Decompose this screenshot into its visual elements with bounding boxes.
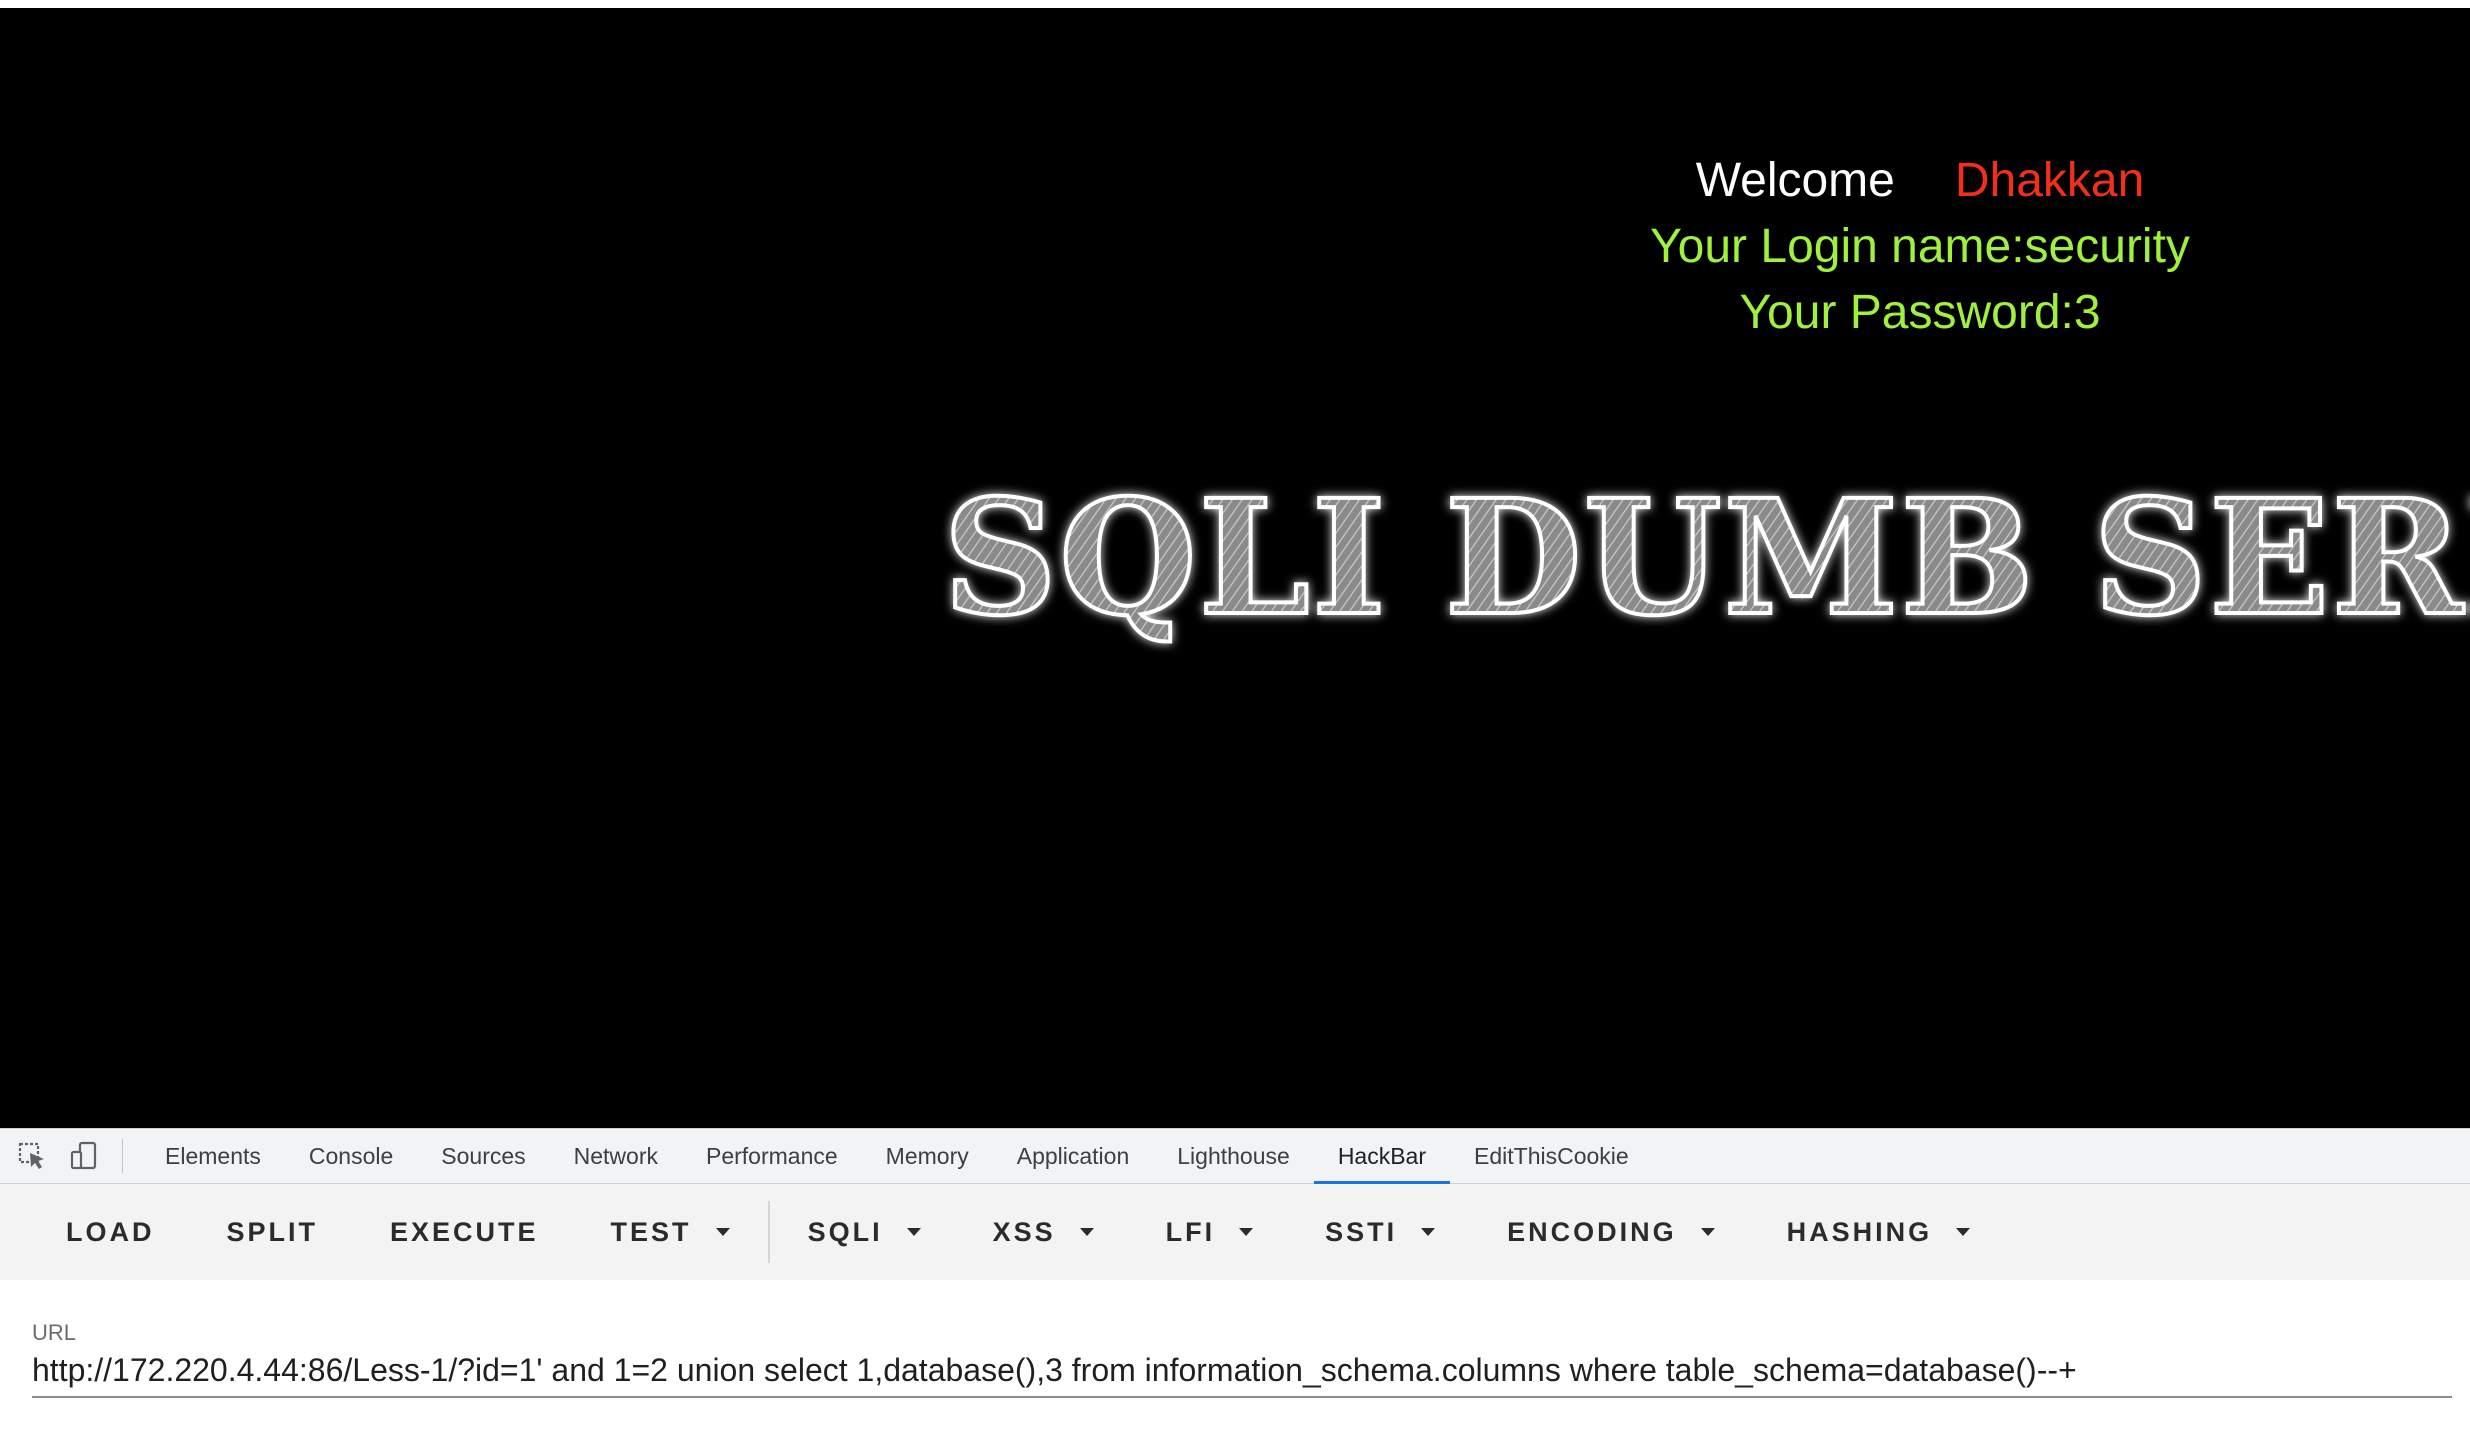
encoding-dropdown-button[interactable]: ENCODING: [1471, 1201, 1751, 1263]
test-dropdown-button[interactable]: TEST: [575, 1201, 766, 1263]
split-button-label: SPLIT: [226, 1216, 319, 1247]
tab-console[interactable]: Console: [285, 1128, 417, 1184]
tab-memory[interactable]: Memory: [862, 1128, 993, 1184]
hashing-button-label: HASHING: [1786, 1216, 1933, 1247]
xss-button-label: XSS: [992, 1216, 1056, 1247]
tab-application[interactable]: Application: [993, 1128, 1154, 1184]
tab-separator: [122, 1139, 123, 1173]
ssti-dropdown-button[interactable]: SSTI: [1289, 1201, 1471, 1263]
caret-down-icon: [1239, 1228, 1254, 1236]
lfi-button-label: LFI: [1165, 1216, 1216, 1247]
inspect-element-icon[interactable]: [12, 1136, 52, 1176]
url-panel: URL: [0, 1280, 2470, 1432]
sqli-dumb-series-banner: SQLI DUMB SERIES: [941, 464, 2470, 653]
tab-sources[interactable]: Sources: [417, 1128, 549, 1184]
tab-lighthouse[interactable]: Lighthouse: [1153, 1128, 1314, 1184]
tab-performance[interactable]: Performance: [682, 1128, 862, 1184]
url-input[interactable]: [32, 1344, 2452, 1398]
banner-text: SQLI DUMB SERIES: [943, 466, 2470, 651]
ssti-button-label: SSTI: [1325, 1216, 1398, 1247]
caret-down-icon: [906, 1228, 921, 1236]
caret-down-icon: [1421, 1228, 1436, 1236]
xss-dropdown-button[interactable]: XSS: [957, 1201, 1130, 1263]
caret-down-icon: [715, 1228, 730, 1236]
password-line: Your Password:3: [1739, 286, 2101, 339]
devtools-panel: Elements Console Sources Network Perform…: [0, 1128, 2470, 1432]
hackbar-toolbar: LOAD SPLIT EXECUTE TEST SQLI XSS LFI SST…: [0, 1184, 2470, 1280]
device-toggle-icon[interactable]: [64, 1136, 104, 1176]
page-viewport: Welcome Dhakkan Your Login name:security …: [0, 0, 2470, 1128]
sqli-button-label: SQLI: [807, 1216, 883, 1247]
execute-button[interactable]: EXECUTE: [354, 1201, 575, 1263]
caret-down-icon: [1956, 1228, 1971, 1236]
welcome-block: Welcome Dhakkan Your Login name:security …: [1420, 148, 2420, 346]
welcome-line: Welcome Dhakkan: [1420, 148, 2420, 214]
execute-button-label: EXECUTE: [390, 1216, 539, 1247]
toolbar-separator: [767, 1201, 770, 1263]
welcome-label: Welcome: [1695, 154, 1895, 207]
hashing-dropdown-button[interactable]: HASHING: [1751, 1201, 2007, 1263]
login-name-line: Your Login name:security: [1650, 220, 2190, 273]
tab-editthiscookie[interactable]: EditThisCookie: [1450, 1128, 1653, 1184]
sqli-dropdown-button[interactable]: SQLI: [772, 1201, 957, 1263]
tab-hackbar[interactable]: HackBar: [1313, 1128, 1451, 1185]
split-button[interactable]: SPLIT: [191, 1201, 355, 1263]
tab-elements[interactable]: Elements: [141, 1128, 285, 1184]
caret-down-icon: [1079, 1228, 1094, 1236]
username: Dhakkan: [1954, 154, 2145, 207]
load-button[interactable]: LOAD: [30, 1201, 191, 1263]
load-button-label: LOAD: [66, 1216, 155, 1247]
url-label: URL: [32, 1320, 77, 1345]
lfi-dropdown-button[interactable]: LFI: [1130, 1201, 1290, 1263]
caret-down-icon: [1700, 1228, 1715, 1236]
tab-network[interactable]: Network: [550, 1128, 682, 1184]
encoding-button-label: ENCODING: [1507, 1216, 1677, 1247]
devtools-tab-bar: Elements Console Sources Network Perform…: [0, 1128, 2470, 1185]
test-button-label: TEST: [610, 1216, 692, 1247]
